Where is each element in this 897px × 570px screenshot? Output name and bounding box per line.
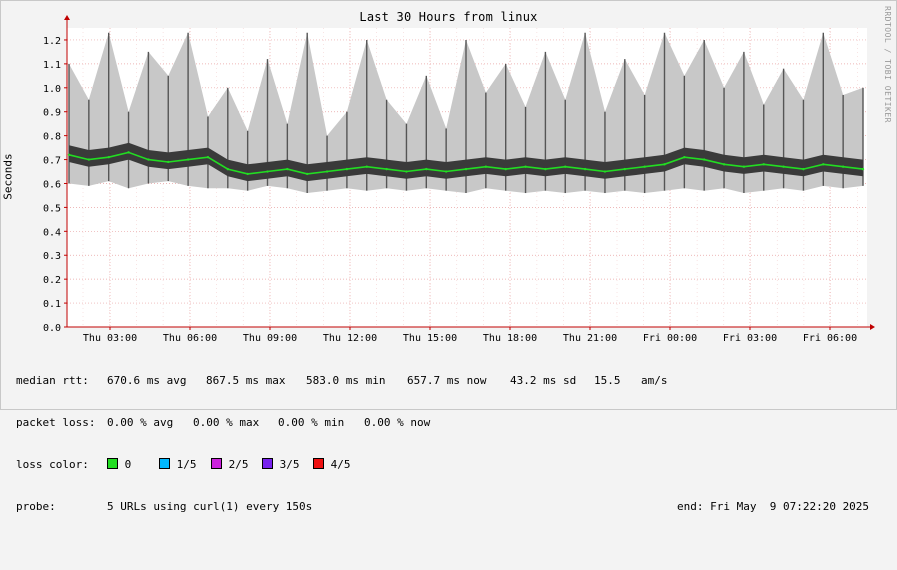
y-axis-arrow	[64, 15, 70, 20]
y-tick-label: 0.2	[43, 275, 61, 286]
median-point	[167, 160, 170, 164]
loss-avg: 0.00 % avg	[107, 416, 174, 429]
y-tick-label: 0.4	[43, 227, 61, 238]
x-axis-arrow	[870, 324, 875, 330]
x-tick-label: Thu 15:00	[403, 333, 457, 344]
y-tick-label: 0.3	[43, 251, 61, 262]
median-point	[385, 167, 388, 171]
median-point	[484, 165, 488, 168]
loss-color-2: 2/5	[211, 458, 249, 472]
median-point	[663, 163, 666, 166]
median-point	[683, 155, 686, 159]
median-point	[722, 163, 726, 166]
packet-loss-label: packet loss:	[16, 416, 96, 429]
y-tick-label: 0.9	[43, 108, 61, 119]
x-tick-label: Thu 12:00	[323, 333, 377, 344]
probe-row: probe: 5 URLs using curl(1) every 150s e…	[16, 500, 886, 514]
median-point	[583, 167, 587, 171]
y-tick-label: 0.7	[43, 156, 61, 167]
y-tick-label: 1.2	[43, 36, 61, 47]
loss-now: 0.00 % now	[364, 416, 431, 429]
x-tick-label: Thu 21:00	[563, 333, 617, 344]
median-point	[782, 165, 785, 168]
loss-color-swatch-0	[107, 458, 118, 469]
x-tick-label: Thu 18:00	[483, 333, 537, 344]
median-point	[742, 165, 746, 168]
loss-color-row: loss color: 0 1/5 2/5 3/5 4/5	[16, 458, 886, 472]
end-time: end: Fri May 9 07:22:20 2025	[677, 500, 870, 513]
median-point	[425, 167, 428, 171]
y-tick-label: 1.0	[43, 84, 61, 95]
median-point	[544, 167, 547, 171]
median-point	[822, 163, 825, 166]
median-sd: 43.2 ms sd	[510, 374, 577, 387]
packet-loss-row: packet loss: 0.00 % avg 0.00 % max 0.00 …	[16, 416, 886, 430]
median-point	[564, 165, 567, 168]
median-point	[802, 167, 805, 171]
median-point	[464, 167, 468, 171]
y-tick-label: 0.1	[43, 299, 61, 310]
loss-color-3: 3/5	[262, 458, 300, 472]
median-point	[246, 172, 249, 176]
median-point	[703, 158, 706, 161]
median-point	[87, 158, 91, 161]
loss-color-swatch-4	[313, 458, 324, 469]
median-max: 867.5 ms max	[206, 374, 286, 387]
median-point	[841, 165, 845, 168]
x-tick-label: Thu 06:00	[163, 333, 217, 344]
median-point	[504, 167, 507, 171]
median-point	[603, 170, 607, 173]
y-tick-label: 0.0	[43, 323, 61, 334]
median-point	[861, 167, 865, 171]
latency-chart: 0.0 0.1 0.2 0.3 0.4 0.5 0.6 0.7 0.8 0.9 1.0 1.1 1.2 T…	[43, 15, 875, 344]
legend: median rtt: 670.6 ms avg 867.5 ms max 58…	[16, 346, 886, 528]
median-point	[226, 167, 229, 171]
median-ams-unit: am/s	[641, 374, 668, 387]
median-point	[186, 158, 190, 161]
loss-max: 0.00 % max	[193, 416, 260, 429]
median-point	[623, 167, 626, 171]
median-point	[762, 163, 765, 166]
median-point	[345, 167, 349, 171]
median-point	[107, 155, 110, 159]
loss-min: 0.00 % min	[278, 416, 345, 429]
median-point	[325, 170, 329, 173]
median-point	[444, 170, 448, 173]
x-tick-label: Thu 03:00	[83, 333, 137, 344]
median-point	[266, 170, 269, 173]
median-point	[365, 165, 368, 168]
median-point	[67, 153, 71, 156]
probe-label: probe:	[16, 500, 56, 513]
loss-color-swatch-1	[159, 458, 170, 469]
y-tick-label: 0.5	[43, 203, 61, 214]
median-now: 657.7 ms now	[407, 374, 487, 387]
median-ams: 15.5	[594, 374, 621, 387]
y-tick-label: 1.1	[43, 60, 61, 71]
median-point	[206, 155, 210, 159]
loss-color-swatch-3	[262, 458, 273, 469]
median-point	[405, 170, 408, 173]
loss-color-1: 1/5	[159, 458, 197, 472]
median-point	[127, 151, 130, 154]
x-tick-label: Fri 03:00	[723, 333, 777, 344]
x-tick-label: Fri 00:00	[643, 333, 697, 344]
median-point	[306, 172, 309, 176]
probe-text: 5 URLs using curl(1) every 150s	[107, 500, 313, 513]
median-min: 583.0 ms min	[306, 374, 386, 387]
median-point	[286, 167, 289, 171]
x-tick-label: Fri 06:00	[803, 333, 857, 344]
median-rtt-row: median rtt: 670.6 ms avg 867.5 ms max 58…	[16, 374, 886, 388]
median-point	[524, 165, 527, 168]
median-point	[147, 158, 150, 161]
loss-color-swatch-2	[211, 458, 222, 469]
x-tick-label: Thu 09:00	[243, 333, 297, 344]
median-point	[643, 165, 646, 168]
y-tick-label: 0.6	[43, 179, 61, 190]
median-avg: 670.6 ms avg	[107, 374, 187, 387]
y-tick-label: 0.8	[43, 132, 61, 143]
loss-color-4: 4/5	[313, 458, 351, 472]
loss-color-label: loss color:	[16, 458, 89, 471]
median-rtt-label: median rtt:	[16, 374, 89, 387]
loss-color-0: 0	[107, 458, 131, 472]
